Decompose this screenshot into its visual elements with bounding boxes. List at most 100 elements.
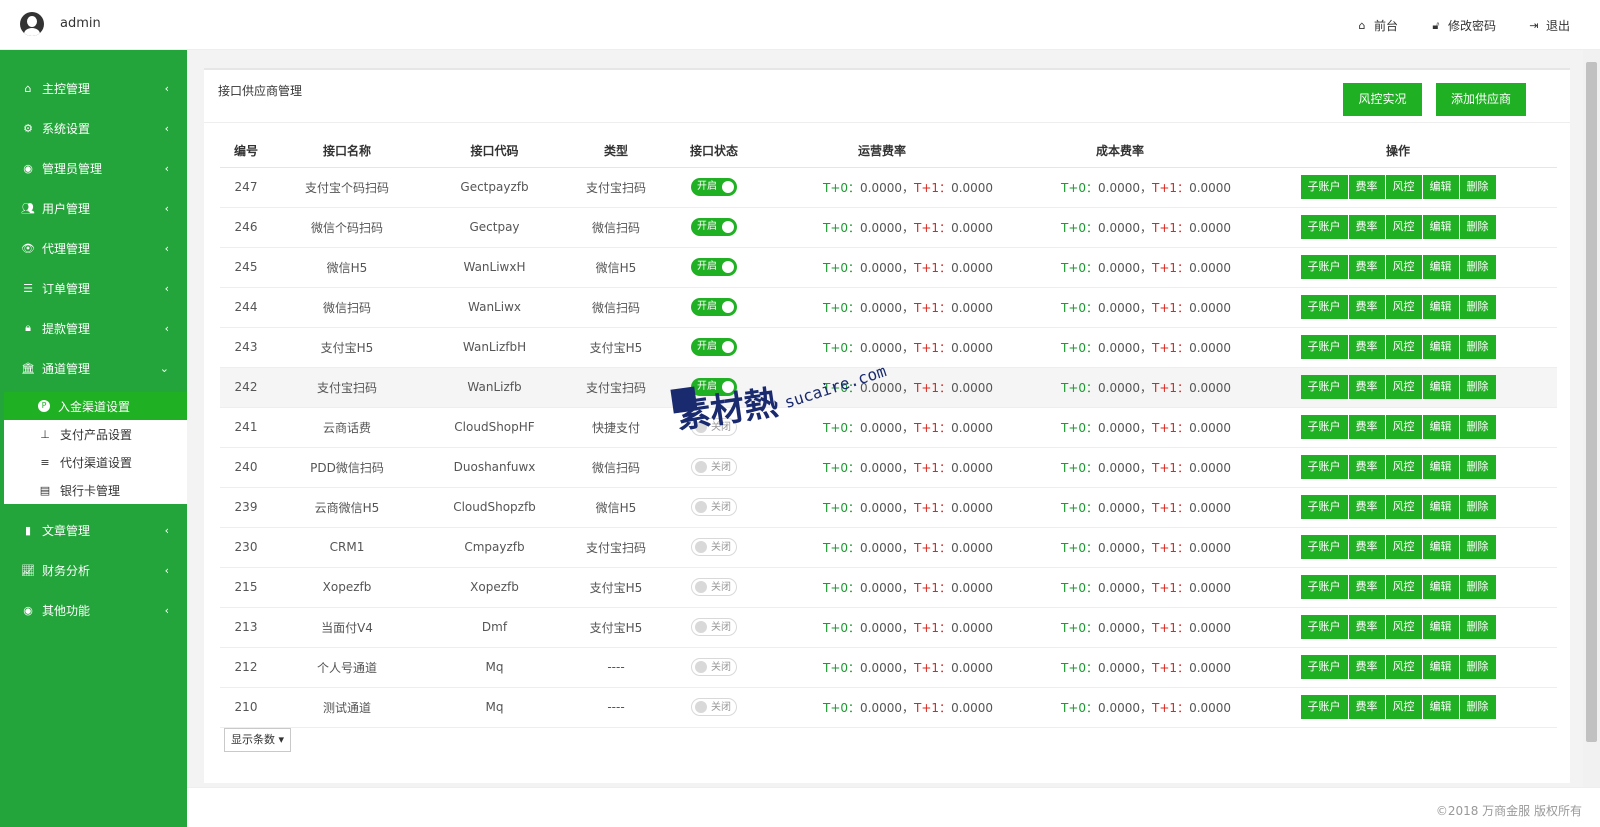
- risk-button[interactable]: 风控: [1385, 695, 1422, 719]
- delete-button[interactable]: 删除: [1459, 335, 1496, 359]
- add-supplier-button[interactable]: 添加供应商: [1436, 83, 1526, 116]
- edit-button[interactable]: 编辑: [1422, 695, 1459, 719]
- edit-button[interactable]: 编辑: [1422, 175, 1459, 199]
- sidebar-item-finance-analysis[interactable]: 📈︎ 财务分析 ‹: [0, 550, 187, 590]
- sidebar-item-order-management[interactable]: ☰ 订单管理 ‹: [0, 268, 187, 308]
- fee-rate-button[interactable]: 费率: [1348, 575, 1385, 599]
- edit-button[interactable]: 编辑: [1422, 535, 1459, 559]
- sub-account-button[interactable]: 子账户: [1300, 695, 1348, 719]
- fee-rate-button[interactable]: 费率: [1348, 335, 1385, 359]
- delete-button[interactable]: 删除: [1459, 295, 1496, 319]
- edit-button[interactable]: 编辑: [1422, 575, 1459, 599]
- sub-account-button[interactable]: 子账户: [1300, 455, 1348, 479]
- fee-rate-button[interactable]: 费率: [1348, 695, 1385, 719]
- sub-account-button[interactable]: 子账户: [1300, 175, 1348, 199]
- status-toggle[interactable]: 关闭: [691, 458, 737, 476]
- fee-rate-button[interactable]: 费率: [1348, 615, 1385, 639]
- fee-rate-button[interactable]: 费率: [1348, 375, 1385, 399]
- delete-button[interactable]: 删除: [1459, 375, 1496, 399]
- sub-account-button[interactable]: 子账户: [1300, 415, 1348, 439]
- edit-button[interactable]: 编辑: [1422, 295, 1459, 319]
- sub-account-button[interactable]: 子账户: [1300, 295, 1348, 319]
- sidebar-item-channel-management[interactable]: 🏛︎ 通道管理 ⌄: [0, 348, 187, 388]
- status-toggle[interactable]: 关闭: [691, 538, 737, 556]
- edit-button[interactable]: 编辑: [1422, 615, 1459, 639]
- delete-button[interactable]: 删除: [1459, 215, 1496, 239]
- status-toggle[interactable]: 开启: [691, 258, 737, 276]
- status-toggle[interactable]: 关闭: [691, 498, 737, 516]
- sidebar-item-admin-management[interactable]: ◉ 管理员管理 ‹: [0, 148, 187, 188]
- risk-button[interactable]: 风控: [1385, 575, 1422, 599]
- fee-rate-button[interactable]: 费率: [1348, 495, 1385, 519]
- status-toggle[interactable]: 关闭: [691, 658, 737, 676]
- delete-button[interactable]: 删除: [1459, 655, 1496, 679]
- risk-button[interactable]: 风控: [1385, 455, 1422, 479]
- risk-button[interactable]: 风控: [1385, 175, 1422, 199]
- sidebar-item-agent-management[interactable]: 👁︎ 代理管理 ‹: [0, 228, 187, 268]
- status-toggle[interactable]: 开启: [691, 178, 737, 196]
- delete-button[interactable]: 删除: [1459, 615, 1496, 639]
- delete-button[interactable]: 删除: [1459, 495, 1496, 519]
- edit-button[interactable]: 编辑: [1422, 655, 1459, 679]
- risk-button[interactable]: 风控: [1385, 495, 1422, 519]
- submenu-item-payout-channel[interactable]: ≡ 代付渠道设置: [4, 448, 187, 476]
- risk-button[interactable]: 风控: [1385, 295, 1422, 319]
- delete-button[interactable]: 删除: [1459, 455, 1496, 479]
- edit-button[interactable]: 编辑: [1422, 215, 1459, 239]
- status-toggle[interactable]: 开启: [691, 338, 737, 356]
- delete-button[interactable]: 删除: [1459, 175, 1496, 199]
- status-toggle[interactable]: 开启: [691, 218, 737, 236]
- sub-account-button[interactable]: 子账户: [1300, 615, 1348, 639]
- delete-button[interactable]: 删除: [1459, 575, 1496, 599]
- status-toggle[interactable]: 关闭: [691, 578, 737, 596]
- sidebar-item-article-management[interactable]: ▮ 文章管理 ‹: [0, 510, 187, 550]
- sub-account-button[interactable]: 子账户: [1300, 215, 1348, 239]
- sub-account-button[interactable]: 子账户: [1300, 495, 1348, 519]
- risk-button[interactable]: 风控: [1385, 215, 1422, 239]
- risk-button[interactable]: 风控: [1385, 615, 1422, 639]
- delete-button[interactable]: 删除: [1459, 415, 1496, 439]
- vertical-scrollbar[interactable]: [1583, 50, 1600, 787]
- sidebar-item-withdraw-management[interactable]: 🔒︎ 提款管理 ‹: [0, 308, 187, 348]
- sub-account-button[interactable]: 子账户: [1300, 375, 1348, 399]
- sub-account-button[interactable]: 子账户: [1300, 535, 1348, 559]
- logout-link[interactable]: ⇥ 退出: [1528, 17, 1570, 34]
- sidebar-item-user-management[interactable]: 👥︎ 用户管理 ‹: [0, 188, 187, 228]
- fee-rate-button[interactable]: 费率: [1348, 535, 1385, 559]
- risk-control-button[interactable]: 风控实况: [1343, 83, 1422, 116]
- submenu-item-bank-card[interactable]: ▤ 银行卡管理: [4, 476, 187, 504]
- delete-button[interactable]: 删除: [1459, 255, 1496, 279]
- sidebar-item-system-settings[interactable]: ⚙ 系统设置 ‹: [0, 108, 187, 148]
- avatar-icon[interactable]: [20, 12, 44, 36]
- frontend-link[interactable]: ⌂ 前台: [1356, 17, 1398, 34]
- risk-button[interactable]: 风控: [1385, 655, 1422, 679]
- sub-account-button[interactable]: 子账户: [1300, 655, 1348, 679]
- sub-account-button[interactable]: 子账户: [1300, 575, 1348, 599]
- status-toggle[interactable]: 关闭: [691, 698, 737, 716]
- edit-button[interactable]: 编辑: [1422, 255, 1459, 279]
- risk-button[interactable]: 风控: [1385, 375, 1422, 399]
- risk-button[interactable]: 风控: [1385, 335, 1422, 359]
- fee-rate-button[interactable]: 费率: [1348, 415, 1385, 439]
- fee-rate-button[interactable]: 费率: [1348, 295, 1385, 319]
- sidebar-item-other-functions[interactable]: ◉ 其他功能 ‹: [0, 590, 187, 630]
- edit-button[interactable]: 编辑: [1422, 495, 1459, 519]
- fee-rate-button[interactable]: 费率: [1348, 655, 1385, 679]
- sub-account-button[interactable]: 子账户: [1300, 255, 1348, 279]
- page-size-select[interactable]: 显示条数 ▾: [224, 728, 292, 752]
- fee-rate-button[interactable]: 费率: [1348, 215, 1385, 239]
- edit-button[interactable]: 编辑: [1422, 335, 1459, 359]
- change-password-link[interactable]: 🔓︎ 修改密码: [1430, 17, 1496, 34]
- sub-account-button[interactable]: 子账户: [1300, 335, 1348, 359]
- status-toggle[interactable]: 关闭: [691, 618, 737, 636]
- submenu-item-deposit-channel[interactable]: P 入金渠道设置: [4, 392, 187, 420]
- submenu-item-payment-product[interactable]: ⊥ 支付产品设置: [4, 420, 187, 448]
- admin-username[interactable]: admin: [60, 16, 101, 31]
- delete-button[interactable]: 删除: [1459, 695, 1496, 719]
- fee-rate-button[interactable]: 费率: [1348, 455, 1385, 479]
- scrollbar-thumb[interactable]: [1586, 62, 1597, 742]
- sidebar-item-main-control[interactable]: ⌂ 主控管理 ‹: [0, 68, 187, 108]
- risk-button[interactable]: 风控: [1385, 535, 1422, 559]
- risk-button[interactable]: 风控: [1385, 255, 1422, 279]
- edit-button[interactable]: 编辑: [1422, 455, 1459, 479]
